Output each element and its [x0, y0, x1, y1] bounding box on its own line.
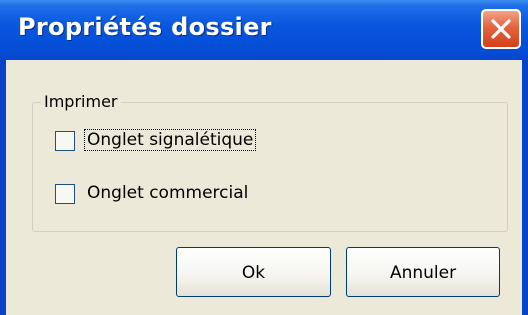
cancel-button[interactable]: Annuler — [346, 247, 500, 297]
print-groupbox: Imprimer Onglet signalétique Onglet comm… — [32, 92, 508, 232]
commercial-label[interactable]: Onglet commercial — [85, 183, 250, 203]
close-button[interactable] — [481, 9, 521, 49]
groupbox-legend: Imprimer — [41, 92, 121, 111]
dialog-body: Imprimer Onglet signalétique Onglet comm… — [6, 60, 522, 315]
signaletique-label[interactable]: Onglet signalétique — [83, 129, 257, 151]
ok-button[interactable]: Ok — [176, 247, 331, 297]
close-icon — [491, 19, 511, 39]
signaletique-checkbox[interactable] — [55, 131, 75, 151]
title-bar[interactable]: Propriétés dossier — [0, 0, 528, 60]
dialog-window: Propriétés dossier Imprimer Onglet signa… — [0, 0, 528, 315]
commercial-checkbox[interactable] — [55, 184, 75, 204]
window-title: Propriétés dossier — [18, 13, 272, 41]
